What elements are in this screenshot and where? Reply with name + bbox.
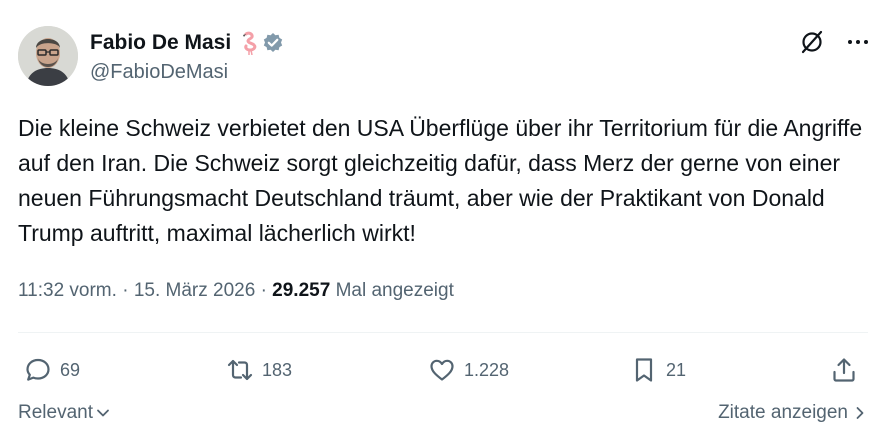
meta-separator: · [122, 280, 129, 301]
grok-icon[interactable] [798, 28, 826, 56]
view-quotes-link[interactable]: Zitate anzeigen [718, 402, 868, 424]
bookmark-button[interactable]: 21 [630, 350, 686, 390]
repost-count: 183 [262, 359, 293, 380]
tweet-header: Fabio De Masi @FabioDeMasi [18, 24, 874, 88]
display-name[interactable]: Fabio De Masi [90, 31, 231, 55]
quotes-label: Zitate anzeigen [718, 402, 848, 423]
bookmark-icon [635, 358, 653, 382]
share-icon [833, 358, 855, 382]
chevron-down-icon [97, 409, 109, 417]
like-count: 1.228 [464, 359, 510, 380]
reply-button[interactable]: 69 [24, 350, 80, 390]
tweet-time[interactable]: 11:32 vorm. [18, 280, 117, 301]
heart-icon [430, 359, 454, 381]
divider [18, 332, 868, 333]
repost-button[interactable]: 183 [226, 350, 292, 390]
share-button[interactable] [830, 350, 858, 390]
verified-badge-icon[interactable] [262, 32, 284, 54]
reply-icon [26, 358, 50, 381]
tweet-date[interactable]: 15. März 2026 [134, 280, 255, 301]
action-bar: 69 183 1.228 21 [18, 350, 870, 390]
repost-icon [227, 359, 253, 381]
tweet-meta: 11:32 vorm. · 15. März 2026 · 29.257 Mal… [18, 280, 454, 302]
avatar[interactable] [18, 26, 78, 86]
like-button[interactable]: 1.228 [428, 350, 509, 390]
bookmark-count: 21 [666, 359, 687, 380]
user-handle[interactable]: @FabioDeMasi [90, 61, 284, 84]
replies-footer: Relevant Zitate anzeigen [18, 402, 870, 430]
tweet-text: Die kleine Schweiz verbietet den USA Übe… [18, 115, 875, 246]
chevron-right-icon [856, 407, 864, 419]
sort-replies-dropdown[interactable]: Relevant [18, 402, 111, 424]
reply-count: 69 [60, 359, 81, 380]
views-count: 29.257 [272, 280, 331, 301]
views-label: Mal angezeigt [335, 280, 454, 301]
author-names: Fabio De Masi @FabioDeMasi [90, 30, 284, 84]
sort-label: Relevant [18, 402, 93, 423]
name-row: Fabio De Masi [90, 30, 284, 56]
flamingo-icon [237, 31, 259, 56]
meta-separator: · [260, 280, 267, 301]
more-options-icon[interactable] [844, 30, 872, 54]
